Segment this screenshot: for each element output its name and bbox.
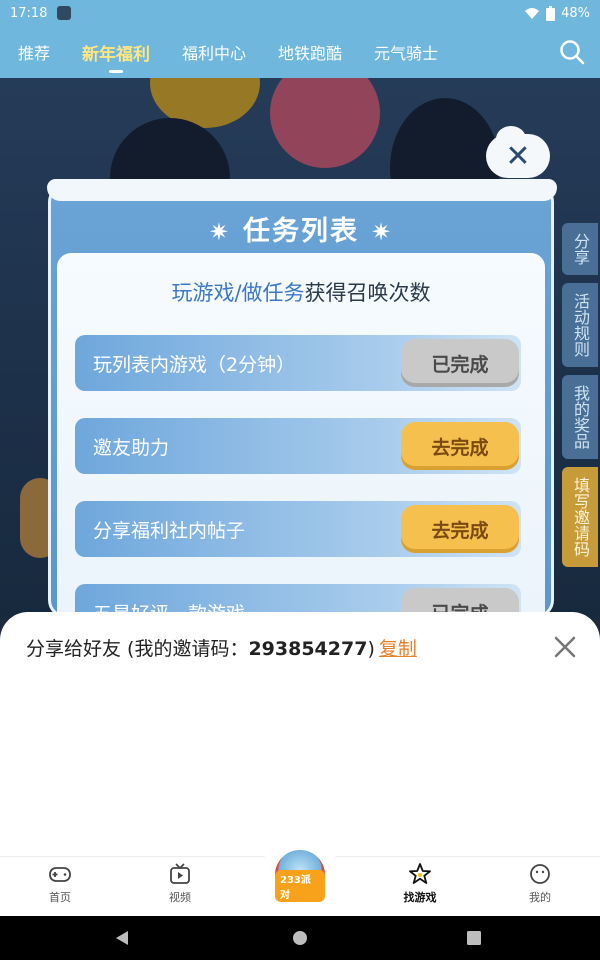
- side-tab-enter-invite-code[interactable]: 填写邀请码: [562, 467, 598, 567]
- tv-icon: [170, 863, 190, 884]
- status-indicators: 48%: [524, 5, 590, 21]
- gamepad-icon: [49, 867, 71, 882]
- tab-recommend[interactable]: 推荐: [18, 40, 50, 64]
- snowflake-icon: ✷: [208, 218, 231, 246]
- snowflake-icon: ✷: [371, 218, 394, 246]
- wifi-icon: [525, 8, 540, 19]
- tab-subway-surfers[interactable]: 地铁跑酷: [278, 40, 342, 64]
- modal-subtitle: 玩游戏/做任务获得召唤次数: [57, 277, 545, 307]
- status-time: 17:18: [10, 5, 48, 21]
- search-icon[interactable]: [558, 38, 586, 66]
- side-tabs: 分享 活动规则 我的奖品 填写邀请码: [562, 223, 600, 575]
- tab-welfare-center[interactable]: 福利中心: [182, 40, 246, 64]
- snow-cap: [47, 179, 557, 201]
- task-go-button[interactable]: 去完成: [401, 422, 519, 470]
- share-sheet-title: 分享给好友 (我的邀请码：293854277) 复制: [26, 638, 417, 660]
- share-sheet: 分享给好友 (我的邀请码：293854277) 复制: [0, 612, 600, 856]
- nav-mine-label: 我的: [529, 891, 551, 904]
- battery-icon: [546, 5, 556, 21]
- task-label: 分享福利社内帖子: [93, 520, 246, 542]
- back-icon[interactable]: [114, 930, 130, 946]
- task-completed-button[interactable]: 已完成: [401, 339, 519, 387]
- battery-percent: 48%: [561, 5, 590, 21]
- recents-icon[interactable]: [467, 931, 481, 945]
- nav-home[interactable]: 首页: [20, 863, 100, 905]
- subtitle-rest: 获得召唤次数: [304, 281, 431, 305]
- nav-video[interactable]: 视频: [140, 863, 220, 905]
- side-tab-share[interactable]: 分享: [562, 223, 598, 275]
- modal-title: ✷ 任务列表 ✷: [208, 216, 394, 247]
- task-list-modal: ✷ 任务列表 ✷ 玩游戏/做任务获得召唤次数 玩列表内游戏（2分钟） 已完成 邀友助…: [47, 179, 557, 640]
- party-badge: 233派对: [275, 870, 325, 902]
- task-panel: 玩游戏/做任务获得召唤次数 玩列表内游戏（2分钟） 已完成 邀友助力 去完成 分…: [57, 253, 545, 640]
- nav-mine[interactable]: 我的: [500, 863, 580, 905]
- tab-new-year-welfare[interactable]: 新年福利: [82, 40, 150, 65]
- home-icon[interactable]: [292, 930, 308, 946]
- nav-find-games-label: 找游戏: [403, 891, 437, 904]
- tab-soul-knight[interactable]: 元气骑士: [374, 40, 438, 64]
- task-go-button[interactable]: 去完成: [401, 505, 519, 553]
- nav-video-label: 视频: [169, 891, 191, 904]
- subtitle-highlight: 玩游戏/做任务: [171, 281, 305, 305]
- close-icon: ✕: [505, 138, 531, 174]
- notification-icon: [57, 6, 72, 20]
- task-row: 分享福利社内帖子 去完成: [75, 501, 521, 557]
- copy-code-link[interactable]: 复制: [379, 638, 417, 660]
- invite-code: 293854277: [248, 638, 368, 660]
- top-nav: 推荐 新年福利 福利中心 地铁跑酷 元气骑士: [0, 26, 600, 78]
- task-row: 邀友助力 去完成: [75, 418, 521, 474]
- star-icon: [409, 863, 431, 884]
- side-tab-rules[interactable]: 活动规则: [562, 283, 598, 367]
- bottom-nav: 首页 视频 233派对 找游戏 我的: [0, 839, 600, 916]
- side-tab-my-prizes[interactable]: 我的奖品: [562, 375, 598, 459]
- task-row: 玩列表内游戏（2分钟） 已完成: [75, 335, 521, 391]
- close-icon[interactable]: [552, 634, 578, 660]
- task-label: 玩列表内游戏（2分钟）: [93, 354, 296, 376]
- system-nav-bar: [0, 916, 600, 960]
- nav-home-label: 首页: [49, 891, 71, 904]
- nav-find-games[interactable]: 找游戏: [380, 863, 460, 905]
- party-center-button[interactable]: 233派对: [272, 847, 328, 903]
- task-label: 邀友助力: [93, 437, 170, 459]
- status-bar: 17:18 48%: [0, 0, 600, 26]
- smile-icon: [530, 864, 550, 884]
- modal-close-button[interactable]: ✕: [486, 126, 550, 178]
